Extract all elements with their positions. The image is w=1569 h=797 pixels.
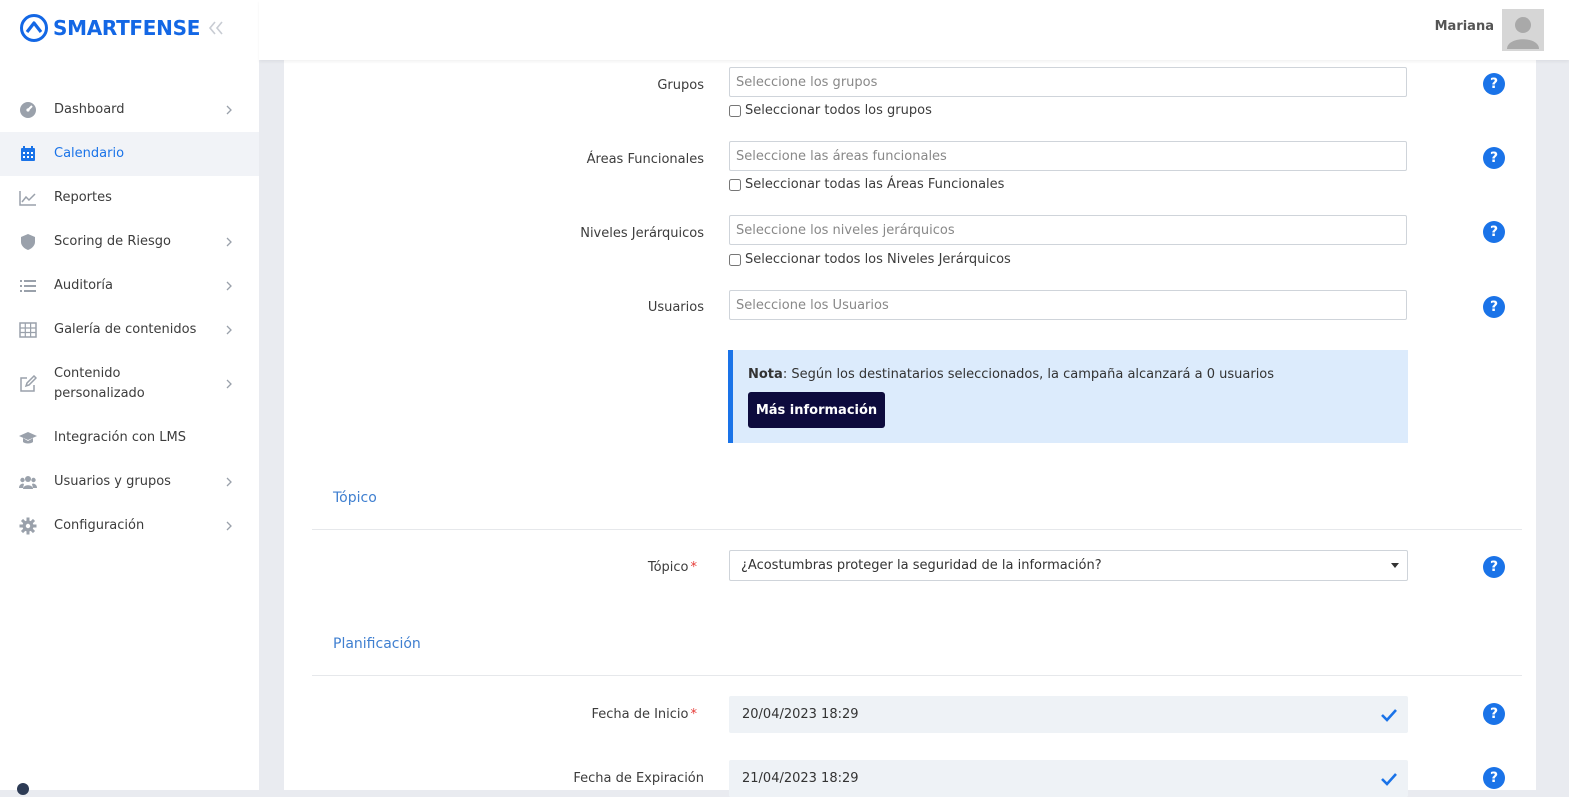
chevron-right-icon bbox=[226, 379, 232, 389]
sidebar-item-galeria[interactable]: Galería de contenidos bbox=[0, 308, 259, 352]
avatar[interactable] bbox=[1502, 9, 1544, 51]
chevron-right-icon bbox=[226, 105, 232, 115]
select-all-grupos-checkbox[interactable] bbox=[729, 104, 741, 117]
calendar-icon bbox=[21, 146, 35, 161]
note-bold: Nota bbox=[748, 367, 783, 382]
note-text: Nota: Según los destinatarios selecciona… bbox=[748, 367, 1274, 382]
sidebar-item-scoring[interactable]: Scoring de Riesgo bbox=[0, 220, 259, 264]
chevron-right-icon bbox=[226, 325, 232, 335]
sidebar-item-auditoria[interactable]: Auditoría bbox=[0, 264, 259, 308]
section-divider bbox=[312, 529, 1522, 530]
planificacion-section-title: Planificación bbox=[333, 636, 421, 652]
sidebar-item-label: Auditoría bbox=[54, 278, 113, 293]
required-mark: * bbox=[690, 560, 698, 575]
sidebar-item-label: Usuarios y grupos bbox=[54, 474, 171, 489]
grupos-help-icon[interactable]: ? bbox=[1483, 73, 1505, 95]
check-icon bbox=[1381, 709, 1397, 722]
note-message: : Según los destinatarios seleccionados,… bbox=[782, 367, 1275, 382]
sidebar-item-contenido-personalizado[interactable]: Contenido personalizado bbox=[0, 352, 259, 416]
topico-help-icon[interactable]: ? bbox=[1483, 556, 1505, 578]
fecha-inicio-field[interactable]: 20/04/2023 18:29 bbox=[729, 696, 1408, 733]
usuarios-input[interactable] bbox=[729, 290, 1407, 320]
grupos-input[interactable] bbox=[729, 67, 1407, 97]
smartfense-logo-icon bbox=[20, 14, 48, 42]
topico-section-title: Tópico bbox=[333, 490, 377, 506]
sidebar-item-label: Galería de contenidos bbox=[54, 322, 197, 337]
sidebar-item-label: Dashboard bbox=[54, 102, 125, 117]
select-all-niveles-label: Seleccionar todos los Niveles Jerárquico… bbox=[745, 252, 1011, 267]
areas-label: Áreas Funcionales bbox=[586, 152, 704, 167]
fecha-expiracion-label: Fecha de Expiración bbox=[573, 771, 704, 786]
chevron-right-icon bbox=[226, 477, 232, 487]
sidebar-item-label: Calendario bbox=[54, 146, 125, 161]
sidebar-nav: Dashboard Calendario Reportes Scoring de… bbox=[0, 88, 259, 548]
list-icon bbox=[20, 280, 36, 292]
usuarios-label: Usuarios bbox=[647, 300, 704, 315]
usuarios-help-icon[interactable]: ? bbox=[1483, 296, 1505, 318]
chevron-right-icon bbox=[226, 281, 232, 291]
shield-icon bbox=[21, 234, 35, 250]
fecha-expiracion-field[interactable]: 21/04/2023 18:29 bbox=[729, 760, 1408, 797]
fecha-expiracion-help-icon[interactable]: ? bbox=[1483, 767, 1505, 789]
topico-label: Tópico * bbox=[397, 560, 697, 575]
sidebar-item-label: Integración con LMS bbox=[54, 430, 186, 445]
sidebar-item-dashboard[interactable]: Dashboard bbox=[0, 88, 259, 132]
top-header: Mariana bbox=[259, 0, 1569, 60]
gear-icon bbox=[19, 517, 37, 535]
sidebar-item-label: Contenido personalizado bbox=[54, 366, 145, 401]
brand-name: SMARTFENSE bbox=[53, 16, 201, 40]
areas-help-icon[interactable]: ? bbox=[1483, 147, 1505, 169]
select-all-areas-label: Seleccionar todas las Áreas Funcionales bbox=[745, 177, 1005, 192]
recipients-note: Nota: Según los destinatarios selecciona… bbox=[728, 350, 1408, 443]
niveles-label: Niveles Jerárquicos bbox=[580, 226, 704, 241]
fecha-expiracion-value: 21/04/2023 18:29 bbox=[742, 771, 859, 786]
section-divider bbox=[312, 675, 1522, 676]
sidebar-item-label: Configuración bbox=[54, 518, 145, 533]
areas-input[interactable] bbox=[729, 141, 1407, 171]
sidebar: SMARTFENSE Dashboard Calendario Reportes… bbox=[0, 0, 259, 795]
chevron-right-icon bbox=[226, 521, 232, 531]
sidebar-item-usuarios-grupos[interactable]: Usuarios y grupos bbox=[0, 460, 259, 504]
select-all-areas-checkbox[interactable] bbox=[729, 178, 741, 191]
sidebar-item-calendario[interactable]: Calendario bbox=[0, 132, 259, 176]
graduation-cap-icon bbox=[19, 432, 37, 444]
topico-select-value: ¿Acostumbras proteger la seguridad de la… bbox=[741, 558, 1102, 573]
campaign-form-card: Grupos Seleccionar todos los grupos ? Ár… bbox=[284, 60, 1536, 797]
fecha-inicio-label-text: Fecha de Inicio bbox=[591, 707, 689, 722]
more-info-button[interactable]: Más información bbox=[748, 392, 885, 428]
user-name[interactable]: Mariana bbox=[1435, 19, 1494, 34]
select-all-niveles[interactable]: Seleccionar todos los Niveles Jerárquico… bbox=[729, 252, 1011, 267]
grupos-label: Grupos bbox=[657, 78, 704, 93]
required-mark: * bbox=[690, 707, 698, 722]
brand[interactable]: SMARTFENSE bbox=[19, 13, 200, 43]
sidebar-item-lms[interactable]: Integración con LMS bbox=[0, 416, 259, 460]
sidebar-item-label: Scoring de Riesgo bbox=[54, 234, 171, 249]
select-all-grupos-label: Seleccionar todos los grupos bbox=[745, 103, 932, 118]
line-chart-icon bbox=[19, 191, 36, 206]
users-icon bbox=[19, 476, 37, 489]
select-all-areas[interactable]: Seleccionar todas las Áreas Funcionales bbox=[729, 177, 1004, 192]
sidebar-item-configuracion[interactable]: Configuración bbox=[0, 504, 259, 548]
fecha-inicio-value: 20/04/2023 18:29 bbox=[742, 707, 859, 722]
topico-label-text: Tópico bbox=[647, 560, 689, 575]
gauge-icon bbox=[20, 102, 36, 118]
sidebar-item-reportes[interactable]: Reportes bbox=[0, 176, 259, 220]
grid-icon bbox=[19, 322, 37, 338]
collapse-sidebar-icon[interactable] bbox=[206, 17, 226, 39]
topico-select[interactable]: ¿Acostumbras proteger la seguridad de la… bbox=[729, 550, 1408, 581]
select-all-niveles-checkbox[interactable] bbox=[729, 253, 741, 266]
check-icon bbox=[1381, 773, 1397, 786]
chevron-right-icon bbox=[226, 237, 232, 247]
fecha-inicio-label: Fecha de Inicio * bbox=[397, 707, 697, 722]
user-avatar-icon bbox=[1502, 9, 1544, 51]
select-all-grupos[interactable]: Seleccionar todos los grupos bbox=[729, 103, 932, 118]
help-chat-icon[interactable] bbox=[17, 783, 29, 795]
niveles-input[interactable] bbox=[729, 215, 1407, 245]
edit-icon bbox=[20, 375, 37, 392]
niveles-help-icon[interactable]: ? bbox=[1483, 221, 1505, 243]
sidebar-item-label: Reportes bbox=[54, 190, 112, 205]
fecha-inicio-help-icon[interactable]: ? bbox=[1483, 703, 1505, 725]
caret-down-icon bbox=[1391, 563, 1399, 568]
